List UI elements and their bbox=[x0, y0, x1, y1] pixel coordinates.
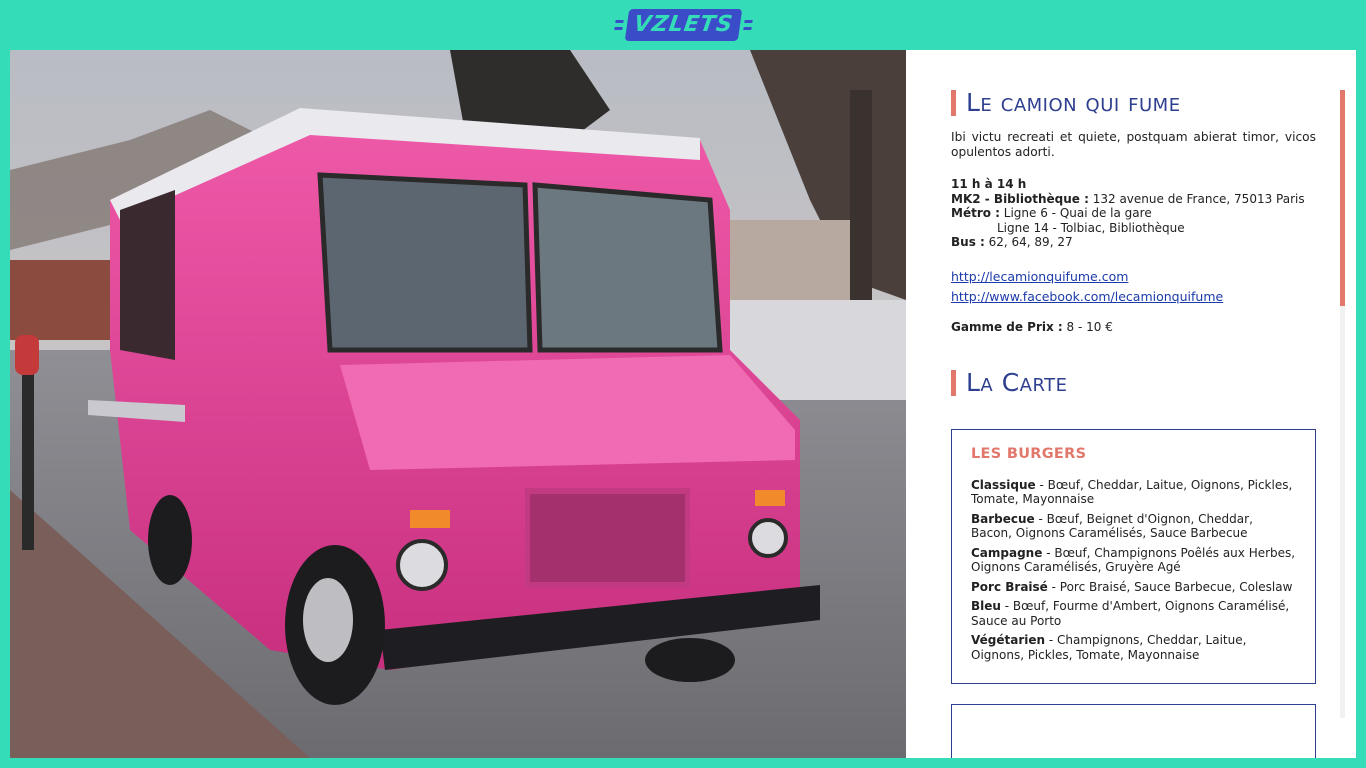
scrollbar-thumb[interactable] bbox=[1340, 90, 1345, 306]
bus-label: Bus : bbox=[951, 235, 985, 249]
list-item: Campagne - Bœuf, Champignons Poêlés aux … bbox=[971, 546, 1297, 575]
price-value: 8 - 10 € bbox=[1062, 319, 1113, 334]
list-item: Classique - Bœuf, Cheddar, Laitue, Oigno… bbox=[971, 478, 1297, 507]
list-item: Barbecue - Bœuf, Beignet d'Oignon, Chedd… bbox=[971, 512, 1297, 541]
header: VZLETS bbox=[0, 0, 1366, 50]
carte-title: La Carte bbox=[951, 368, 1316, 398]
truck-title: Le camion qui fume bbox=[951, 88, 1316, 118]
carte-accent-bar bbox=[951, 369, 956, 396]
title-accent-bar bbox=[951, 90, 956, 116]
panel-content: Le camion qui fume Ibi victu recreati et… bbox=[951, 88, 1316, 758]
metro-line-2: Ligne 14 - Tolbiac, Bibliothèque bbox=[997, 220, 1185, 235]
burgers-menu-box: LES BURGERS Classique - Bœuf, Cheddar, L… bbox=[951, 428, 1316, 684]
item-name: Classique bbox=[971, 477, 1036, 492]
venue-address: 132 avenue de France, 75013 Paris bbox=[1088, 191, 1305, 206]
price-label: Gamme de Prix : bbox=[951, 319, 1063, 334]
list-item: Végétarien - Champignons, Cheddar, Laitu… bbox=[971, 633, 1297, 662]
list-item: Porc Braisé - Porc Braisé, Sauce Barbecu… bbox=[971, 580, 1297, 595]
truck-info: 11 h à 14 h MK2 - Bibliothèque : 132 ave… bbox=[951, 177, 1316, 250]
carte-title-text: La Carte bbox=[966, 367, 1068, 397]
item-desc: - Porc Braisé, Sauce Barbecue, Coleslaw bbox=[1047, 579, 1293, 594]
logo-dashes-left bbox=[613, 18, 624, 32]
next-menu-box bbox=[951, 704, 1316, 758]
metro-label: Métro : bbox=[951, 206, 1000, 220]
price-range: Gamme de Prix : 8 - 10 € bbox=[951, 320, 1316, 334]
item-name: Barbecue bbox=[971, 511, 1035, 526]
hours: 11 h à 14 h bbox=[951, 177, 1027, 191]
venue-label: MK2 - Bibliothèque : bbox=[951, 191, 1089, 206]
list-item: Bleu - Bœuf, Fourme d'Ambert, Oignons Ca… bbox=[971, 599, 1297, 628]
truck-links: http://lecamionquifume.com http://www.fa… bbox=[951, 267, 1316, 307]
truck-title-text: Le camion qui fume bbox=[966, 88, 1181, 117]
burgers-heading: LES BURGERS bbox=[971, 445, 1087, 462]
website-link[interactable]: http://lecamionquifume.com bbox=[951, 267, 1316, 287]
logo-text: VZLETS bbox=[624, 9, 742, 41]
detail-panel: Le camion qui fume Ibi victu recreati et… bbox=[906, 50, 1356, 758]
item-name: Campagne bbox=[971, 545, 1043, 560]
truck-description: Ibi victu recreati et quiete, postquam a… bbox=[951, 130, 1316, 159]
burgers-list: Classique - Bœuf, Cheddar, Laitue, Oigno… bbox=[971, 478, 1297, 663]
item-name: Végétarien bbox=[971, 633, 1046, 647]
site-logo[interactable]: VZLETS bbox=[612, 9, 753, 41]
bus-lines: 62, 64, 89, 27 bbox=[984, 235, 1073, 249]
item-desc: - Bœuf, Fourme d'Ambert, Oignons Caramél… bbox=[971, 599, 1290, 628]
food-truck-photo bbox=[10, 50, 906, 758]
item-name: Porc Braisé bbox=[971, 579, 1048, 594]
logo-dashes-right bbox=[742, 18, 753, 32]
facebook-link[interactable]: http://www.facebook.com/lecamionquifume bbox=[951, 287, 1316, 307]
item-name: Bleu bbox=[971, 599, 1001, 613]
metro-line-1: Ligne 6 - Quai de la gare bbox=[999, 206, 1152, 220]
